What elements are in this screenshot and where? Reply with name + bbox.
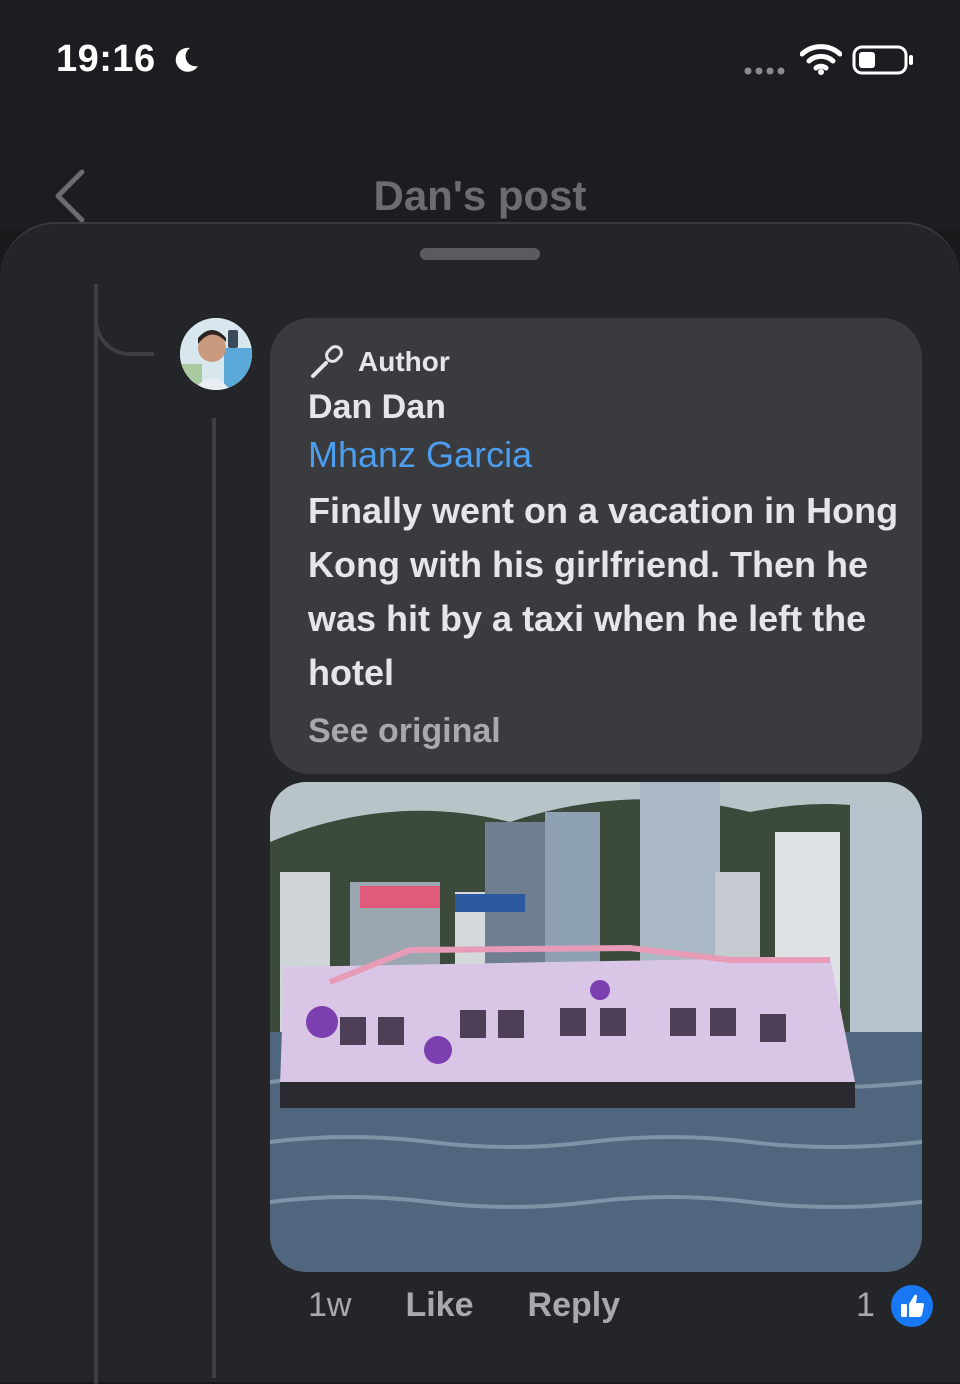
author-label: Author [358, 346, 450, 377]
thread-line [94, 284, 98, 1384]
wifi-icon [800, 44, 842, 75]
sheet-drag-handle[interactable] [420, 248, 540, 260]
reaction-count[interactable]: 1 [856, 1286, 875, 1325]
comments-sheet: Author Dan Dan Mhanz Garcia Finally went… [0, 222, 960, 1384]
status-bar: 19:16 [0, 0, 960, 120]
like-reaction-icon[interactable] [888, 1282, 936, 1330]
author-badge: Author [308, 344, 450, 380]
see-original-link[interactable]: See original [308, 712, 501, 751]
status-time: 19:16 [56, 38, 156, 80]
comment-text: Finally went on a vacation in Hong Kong … [308, 490, 899, 693]
reply-button[interactable]: Reply [528, 1286, 621, 1325]
comment-timestamp: 1w [308, 1286, 352, 1324]
microphone-icon [311, 345, 343, 378]
moon-icon [175, 47, 198, 72]
reply-thread-line [212, 418, 216, 1378]
avatar[interactable] [180, 318, 252, 390]
ferry-harbour-photo [270, 782, 922, 1272]
like-button[interactable]: Like [405, 1286, 473, 1325]
thumbs-up-icon [901, 1294, 924, 1317]
nav-header: Dan's post [0, 120, 960, 230]
commenter-name[interactable]: Dan Dan [308, 388, 446, 427]
comment-actions: 1w Like Reply [308, 1286, 620, 1325]
page-title: Dan's post [373, 172, 587, 219]
cellular-signal-icon [744, 67, 785, 75]
comment-photo[interactable] [270, 782, 922, 1272]
avatar-photo-icon [180, 318, 252, 390]
tagged-user-link[interactable]: Mhanz Garcia [308, 434, 532, 476]
battery-icon [852, 45, 913, 75]
thread-connector [94, 284, 154, 356]
comment-bubble[interactable]: Author Dan Dan Mhanz Garcia Finally went… [270, 318, 922, 774]
